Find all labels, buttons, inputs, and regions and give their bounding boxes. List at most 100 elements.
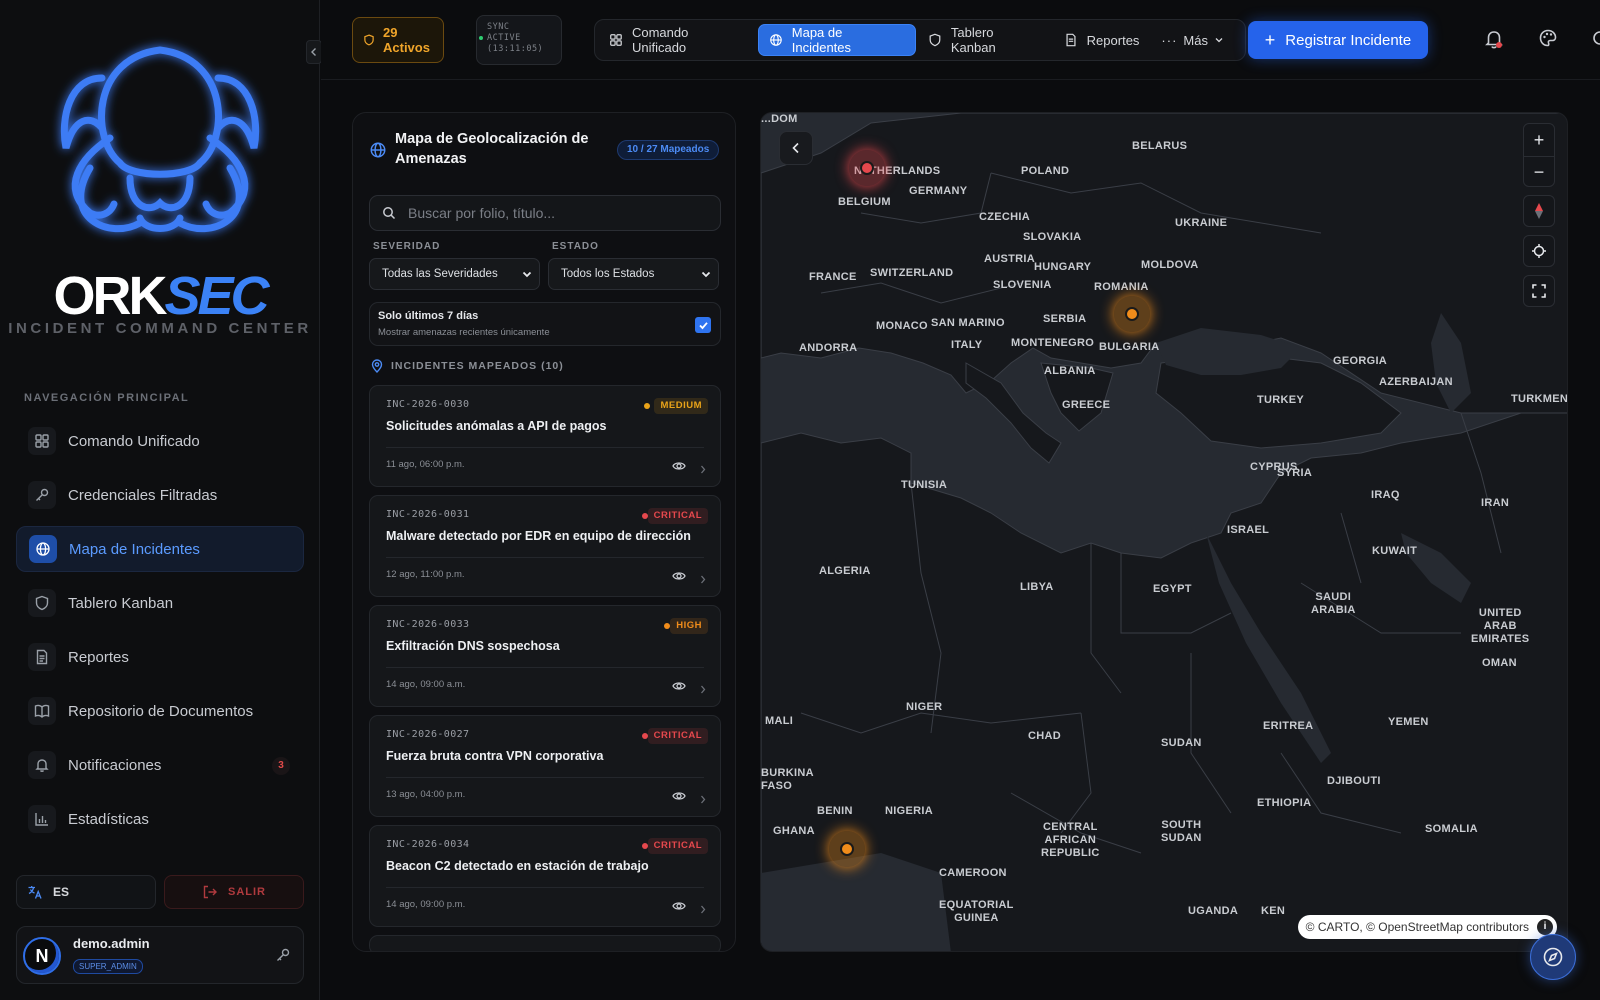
sidebar-item-tablero-kanban[interactable]: Tablero Kanban bbox=[16, 580, 304, 626]
sidebar-item-estadisticas[interactable]: Estadísticas bbox=[16, 796, 304, 842]
incident-map-marker[interactable] bbox=[829, 831, 865, 867]
map-country-label: UNITED ARAB EMIRATES bbox=[1471, 607, 1529, 646]
chevron-right-icon[interactable] bbox=[700, 571, 706, 589]
map-country-label: ETHIOPIA bbox=[1257, 797, 1312, 809]
incident-card[interactable]: INC-2026-0030 MEDIUM Solicitudes anómalas … bbox=[369, 385, 721, 487]
incident-list: INC-2026-0030 MEDIUM Solicitudes anómalas … bbox=[369, 385, 721, 951]
map-label-line: FASO bbox=[761, 780, 793, 792]
map-label-line: SUDAN bbox=[1161, 832, 1202, 844]
top-tabs: Comando Unificado Mapa de Incidentes Tab… bbox=[594, 19, 1246, 61]
incident-card-peek[interactable] bbox=[369, 935, 721, 951]
map-country-label: BELARUS bbox=[1132, 140, 1188, 152]
map-country-label: GHANA bbox=[773, 825, 815, 837]
search-input[interactable] bbox=[408, 205, 698, 221]
map-country-label: CHAD bbox=[1028, 730, 1061, 742]
grid-icon bbox=[28, 427, 56, 455]
incident-map-marker[interactable] bbox=[849, 150, 885, 186]
zoom-out-button[interactable]: − bbox=[1524, 156, 1554, 188]
incident-card[interactable]: INC-2026-0034 CRITICAL Beacon C2 detectado… bbox=[369, 825, 721, 927]
status-select-value: Todos los Estados bbox=[561, 268, 655, 280]
incident-card[interactable]: INC-2026-0027 CRITICAL Fuerza bruta contra… bbox=[369, 715, 721, 817]
chevron-left-icon bbox=[311, 48, 316, 56]
settings-gear-icon[interactable] bbox=[1590, 28, 1600, 53]
severity-dot bbox=[644, 403, 650, 409]
sidebar-collapse-button[interactable] bbox=[306, 40, 322, 64]
sidebar-item-label: Tablero Kanban bbox=[68, 594, 174, 612]
theme-palette-icon[interactable] bbox=[1538, 28, 1558, 53]
card-divider bbox=[386, 447, 704, 448]
view-eye-icon[interactable] bbox=[672, 789, 686, 807]
reset-north-button[interactable] bbox=[1523, 195, 1555, 227]
sidebar-item-comando-unificado[interactable]: Comando Unificado bbox=[16, 418, 304, 464]
globe-icon bbox=[769, 34, 782, 46]
view-eye-icon[interactable] bbox=[672, 459, 686, 477]
chevron-right-icon[interactable] bbox=[700, 901, 706, 919]
map-country-label: POLAND bbox=[1021, 165, 1070, 177]
map-country-label: MALI bbox=[765, 715, 794, 727]
fullscreen-button[interactable] bbox=[1523, 275, 1555, 307]
tab-comando-unificado[interactable]: Comando Unificado bbox=[599, 24, 756, 56]
sync-status-chip: SYNC ACTIVE (13:11:05) bbox=[476, 15, 562, 65]
register-incident-button[interactable]: + Registrar Incidente bbox=[1248, 21, 1428, 59]
chevron-right-icon[interactable] bbox=[700, 681, 706, 699]
incident-map[interactable]: ...DOM NETHERLANDS BELGIUM GERMANY POLAND BEL… bbox=[760, 112, 1568, 952]
mapped-count-badge: 10 / 27 Mapeados bbox=[617, 140, 720, 160]
incident-map-marker[interactable] bbox=[1114, 296, 1150, 332]
tab-tablero-kanban[interactable]: Tablero Kanban bbox=[918, 24, 1052, 56]
map-country-label: TUNISIA bbox=[901, 479, 948, 491]
incident-title: Malware detectado por EDR en equipo de d… bbox=[386, 529, 691, 543]
map-country-label: SLOVENIA bbox=[993, 279, 1052, 291]
user-profile-card[interactable]: N demo.admin SUPER_ADMIN bbox=[16, 926, 304, 984]
globe-icon bbox=[370, 142, 386, 158]
map-country-label: MONTENEGRO bbox=[1011, 337, 1095, 349]
locate-button[interactable] bbox=[1523, 235, 1555, 267]
recent-only-toggle[interactable]: Solo últimos 7 días Mostrar amenazas rec… bbox=[369, 302, 721, 346]
recent-checkbox[interactable] bbox=[695, 317, 711, 333]
language-button[interactable]: ES bbox=[16, 875, 156, 909]
map-navigation-compass-button[interactable] bbox=[1530, 934, 1576, 980]
incident-date: 13 ago, 04:00 p.m. bbox=[386, 789, 466, 800]
sidebar-item-notificaciones[interactable]: Notificaciones 3 bbox=[16, 742, 304, 788]
incident-card[interactable]: INC-2026-0033 HIGH Exfiltración DNS sospec… bbox=[369, 605, 721, 707]
active-incidents-chip[interactable]: 29 Activos bbox=[352, 17, 444, 63]
view-eye-icon[interactable] bbox=[672, 569, 686, 587]
tab-mapa-incidentes[interactable]: Mapa de Incidentes bbox=[757, 24, 916, 56]
map-country-label: MOLDOVA bbox=[1141, 259, 1199, 271]
incident-card[interactable]: INC-2026-0031 CRITICAL Malware detectado p… bbox=[369, 495, 721, 597]
view-eye-icon[interactable] bbox=[672, 679, 686, 697]
sync-status-dot bbox=[479, 35, 483, 40]
view-eye-icon[interactable] bbox=[672, 899, 686, 917]
severity-badge: CRITICAL bbox=[647, 838, 708, 854]
status-select[interactable]: Todos los Estados bbox=[548, 258, 719, 290]
tab-mas[interactable]: ··· Más bbox=[1151, 24, 1243, 56]
incident-map-marker-core bbox=[1125, 307, 1139, 321]
user-name: demo.admin bbox=[73, 936, 150, 951]
bar-chart-icon bbox=[28, 805, 56, 833]
sidebar-item-repositorio[interactable]: Repositorio de Documentos bbox=[16, 688, 304, 734]
incident-id: INC-2026-0034 bbox=[386, 839, 470, 850]
chevron-right-icon[interactable] bbox=[700, 791, 706, 809]
zoom-in-button[interactable]: + bbox=[1524, 124, 1554, 156]
map-country-label: ERITREA bbox=[1263, 720, 1314, 732]
map-country-label: KEN bbox=[1261, 905, 1286, 917]
info-icon[interactable]: i bbox=[1537, 919, 1553, 935]
sidebar-item-mapa-incidentes[interactable]: Mapa de Incidentes bbox=[16, 526, 304, 572]
severity-select[interactable]: Todas las Severidades bbox=[369, 258, 540, 290]
sync-line2-text: ACTIVE bbox=[487, 33, 521, 43]
map-country-label: ANDORRA bbox=[799, 342, 858, 354]
map-country-label: GEORGIA bbox=[1333, 355, 1388, 367]
logout-button[interactable]: SALIR bbox=[164, 875, 304, 909]
sidebar-item-label: Comando Unificado bbox=[68, 432, 200, 450]
chevron-right-icon[interactable] bbox=[700, 461, 706, 479]
sidebar-item-credenciales[interactable]: Credenciales Filtradas bbox=[16, 472, 304, 518]
tab-reportes[interactable]: Reportes bbox=[1054, 24, 1150, 56]
map-attribution-text: © CARTO, © OpenStreetMap contributors bbox=[1305, 920, 1529, 934]
sidebar-item-reportes[interactable]: Reportes bbox=[16, 634, 304, 680]
search-icon bbox=[383, 207, 396, 220]
search-box[interactable] bbox=[369, 195, 721, 231]
change-password-key-icon[interactable] bbox=[275, 947, 291, 968]
octopus-logo-icon bbox=[60, 46, 260, 233]
map-collapse-panel-button[interactable] bbox=[779, 131, 813, 165]
incident-title: Beacon C2 detectado en estación de traba… bbox=[386, 859, 649, 873]
notifications-bell-icon[interactable] bbox=[1484, 28, 1504, 55]
